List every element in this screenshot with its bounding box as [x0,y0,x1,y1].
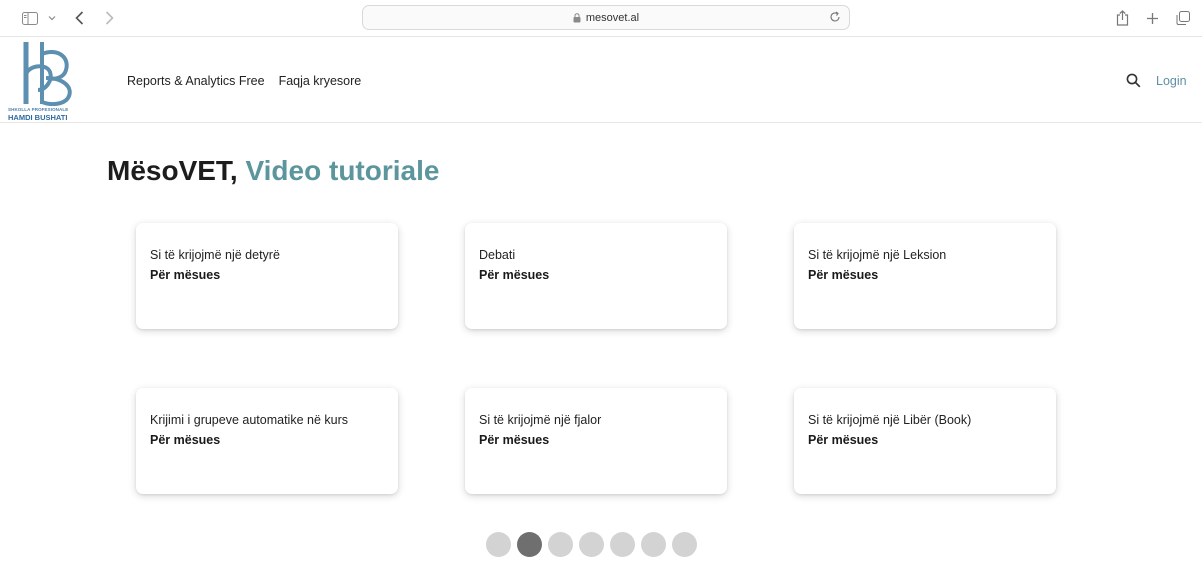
card-title: Krijimi i grupeve automatike në kurs [150,413,348,427]
chevron-down-icon[interactable] [46,8,58,28]
tutorial-card[interactable]: Si të krijojmë një fjalor Për mësues [465,388,727,494]
pagination-dot[interactable] [517,532,542,557]
card-title: Si të krijojmë një fjalor [479,413,602,427]
nav-item-reports[interactable]: Reports & Analytics Free [127,74,265,88]
card-title: Debati [479,248,516,262]
nav-item-home[interactable]: Faqja kryesore [279,74,362,88]
forward-icon[interactable] [102,8,116,28]
page-title-accent: Video tutoriale [245,155,440,186]
card-subtitle: Për mësues [808,433,879,447]
card-title: Si të krijojmë një detyrë [150,248,280,262]
pagination-dot[interactable] [579,532,604,557]
logo-title: HAMDI BUSHATI [8,113,68,122]
school-logo[interactable]: SHKOLLA PROFESIONALE HAMDI BUSHATI [6,40,86,122]
card-subtitle: Për mësues [150,433,221,447]
card-subtitle: Për mësues [479,433,550,447]
page-title-main: MësoVET, [107,155,238,186]
login-link[interactable]: Login [1156,74,1187,88]
new-tab-icon[interactable] [1144,8,1160,28]
logo-subtitle: SHKOLLA PROFESIONALE [8,107,69,112]
logo-mark-icon [23,42,72,107]
main-nav: Reports & Analytics Free Faqja kryesore [127,74,361,88]
address-bar[interactable]: mesovet.al [362,5,850,30]
url-text: mesovet.al [585,11,640,24]
browser-toolbar: mesovet.al [0,0,1202,37]
pagination-dot[interactable] [672,532,697,557]
sidebar-toggle-icon[interactable] [20,8,40,28]
pagination-dot[interactable] [548,532,573,557]
tutorial-card[interactable]: Si të krijojmë një Leksion Për mësues [794,223,1056,329]
site-header: SHKOLLA PROFESIONALE HAMDI BUSHATI Repor… [0,38,1202,123]
back-icon[interactable] [72,8,86,28]
card-title: Si të krijojmë një Leksion [808,248,947,262]
share-icon[interactable] [1114,8,1130,28]
lock-icon [573,12,581,23]
tutorial-card[interactable]: Debati Për mësues [465,223,727,329]
carousel-pagination [486,532,697,557]
tutorial-card[interactable]: Si të krijojmë një Libër (Book) Për mësu… [794,388,1056,494]
tabs-overview-icon[interactable] [1174,8,1192,28]
pagination-dot[interactable] [641,532,666,557]
tutorial-card[interactable]: Si të krijojmë një detyrë Për mësues [136,223,398,329]
card-title: Si të krijojmë një Libër (Book) [808,413,972,427]
pagination-dot[interactable] [486,532,511,557]
reload-icon[interactable] [829,11,841,26]
card-subtitle: Për mësues [479,268,550,282]
card-subtitle: Për mësues [808,268,879,282]
card-subtitle: Për mësues [150,268,221,282]
tutorial-card[interactable]: Krijimi i grupeve automatike në kurs Për… [136,388,398,494]
pagination-dot[interactable] [610,532,635,557]
page-title: MësoVET, Video tutoriale [107,155,439,187]
search-icon[interactable] [1126,73,1141,93]
